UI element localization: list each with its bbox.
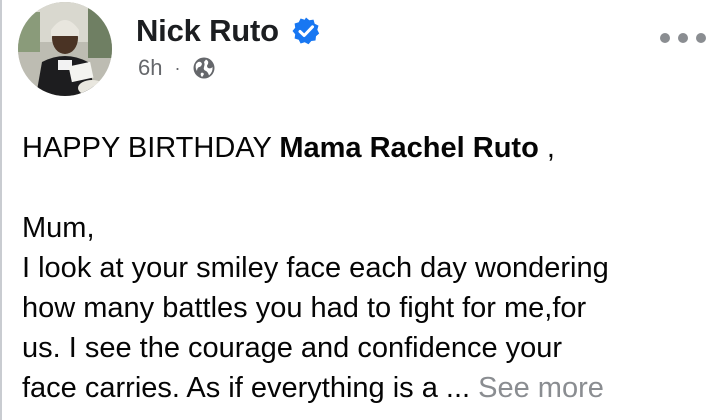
author-name[interactable]: Nick Ruto [136, 13, 279, 49]
meta-separator: · [174, 57, 181, 78]
tagged-name[interactable]: Mama Rachel Ruto [279, 132, 538, 164]
body-line: how many battles you had to fight for me… [22, 292, 587, 324]
more-options-button[interactable] [660, 28, 706, 48]
body-line: us. I see the courage and confidence you… [22, 332, 563, 364]
birthday-greeting: HAPPY BIRTHDAY Mama Rachel Ruto , [22, 128, 712, 168]
salutation: Mum, [22, 212, 95, 244]
verified-badge-icon [291, 16, 321, 46]
post-body: HAPPY BIRTHDAY Mama Rachel Ruto , Mum, I… [22, 128, 712, 408]
greeting-prefix: HAPPY BIRTHDAY [22, 132, 280, 164]
truncated-text: face carries. As if everything is a ... [22, 372, 471, 404]
avatar[interactable] [18, 2, 112, 96]
globe-icon[interactable] [192, 56, 216, 80]
body-last-line: face carries. As if everything is a ... … [22, 368, 712, 408]
body-line: I look at your smiley face each day wond… [22, 252, 609, 284]
see-more-link[interactable]: See more [478, 372, 604, 404]
ellipsis-icon [660, 33, 670, 43]
profile-photo-icon [18, 2, 112, 96]
post-meta: 6h · [138, 54, 216, 82]
greeting-suffix: , [538, 132, 555, 164]
facebook-post: Nick Ruto 6h · HAPPY BIRTHDAY Mama Rache… [0, 0, 720, 420]
post-timestamp[interactable]: 6h [138, 55, 162, 81]
author-row: Nick Ruto [136, 10, 321, 52]
